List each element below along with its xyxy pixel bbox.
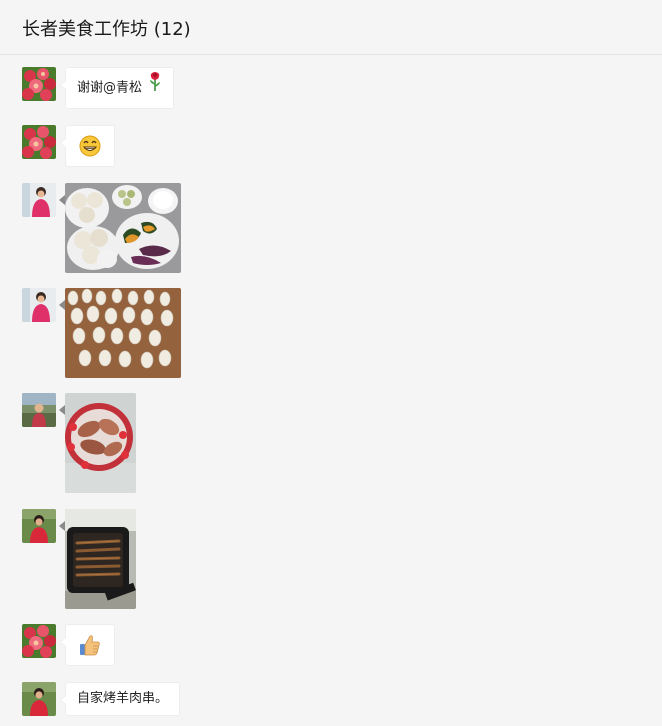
dumplings-on-board-photo[interactable]: [65, 288, 181, 378]
thumbs-up-emoji: [80, 635, 100, 656]
flowers-avatar[interactable]: [22, 624, 56, 658]
person-outdoor-avatar[interactable]: [22, 393, 56, 427]
person-red-avatar[interactable]: [22, 509, 56, 543]
person-pink-avatar[interactable]: [22, 288, 56, 322]
rose-emoji: [148, 68, 162, 108]
message-text: 谢谢@青松: [77, 80, 143, 96]
emoji-bubble[interactable]: [60, 624, 115, 666]
sweet-potatoes-bowl-photo[interactable]: [65, 393, 136, 493]
emoji-bubble[interactable]: [60, 125, 115, 167]
chat-title: 长者美食工作坊 (12): [22, 19, 191, 40]
grill-skewers-photo[interactable]: [65, 509, 136, 609]
person-pink-avatar[interactable]: [22, 183, 56, 217]
grin-emoji: [79, 135, 101, 157]
message-bubble[interactable]: 谢谢@青松: [59, 67, 175, 109]
buns-pumpkin-sweet-potato-photo[interactable]: [65, 183, 181, 273]
message-text: 自家烤羊肉串。: [77, 691, 169, 706]
chat-window: 长者美食工作坊 (12) 谢谢@青松 自家烤羊肉串。: [0, 0, 662, 726]
message-bubble[interactable]: 自家烤羊肉串。: [59, 682, 181, 716]
person-red-avatar[interactable]: [22, 682, 56, 716]
flowers-avatar[interactable]: [22, 125, 56, 159]
chat-header: 长者美食工作坊 (12): [0, 0, 662, 55]
flowers-avatar[interactable]: [22, 67, 56, 101]
